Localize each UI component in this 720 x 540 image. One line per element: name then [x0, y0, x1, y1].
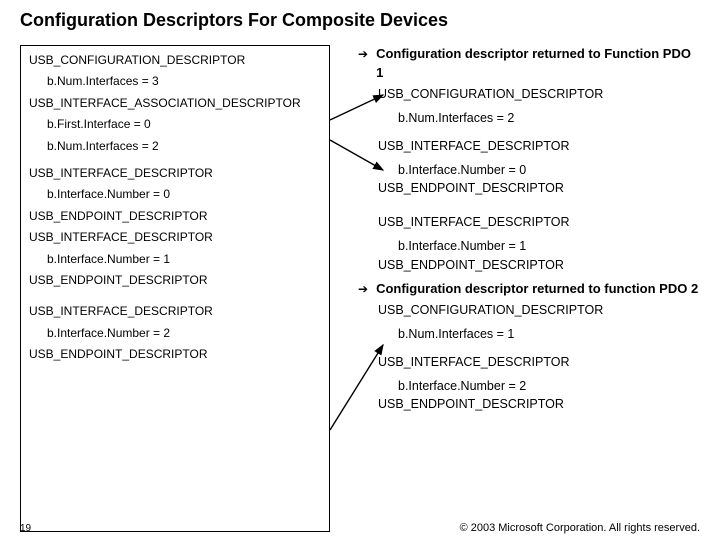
desc-line: USB_ENDPOINT_DESCRIPTOR	[29, 346, 321, 363]
copyright-footer: © 2003 Microsoft Corporation. All rights…	[460, 522, 700, 534]
bullet-heading: Configuration descriptor returned to fun…	[376, 280, 698, 299]
arrow-right-icon: ➔	[358, 46, 368, 63]
desc-line: USB_INTERFACE_DESCRIPTOR	[358, 137, 700, 155]
desc-line: USB_CONFIGURATION_DESCRIPTOR	[358, 85, 700, 103]
desc-line: USB_ENDPOINT_DESCRIPTOR	[29, 208, 321, 225]
desc-line: USB_INTERFACE_DESCRIPTOR	[29, 303, 321, 320]
desc-line: b.First.Interface = 0	[29, 116, 321, 133]
bullet-pdo2: ➔ Configuration descriptor returned to f…	[358, 280, 700, 299]
desc-line: USB_ENDPOINT_DESCRIPTOR	[358, 395, 700, 413]
desc-line: b.Num.Interfaces = 2	[29, 138, 321, 155]
desc-line: b.Num.Interfaces = 1	[358, 325, 700, 343]
slide-title: Configuration Descriptors For Composite …	[20, 10, 700, 31]
desc-line: USB_INTERFACE_ASSOCIATION_DESCRIPTOR	[29, 95, 321, 112]
desc-line: USB_CONFIGURATION_DESCRIPTOR	[358, 301, 700, 319]
bullet-heading: Configuration descriptor returned to Fun…	[376, 45, 700, 83]
arrow-right-icon: ➔	[358, 281, 368, 298]
desc-line: b.Num.Interfaces = 2	[358, 109, 700, 127]
desc-line: b.Interface.Number = 2	[358, 377, 700, 395]
page-number: 19	[20, 523, 31, 534]
descriptor-box: USB_CONFIGURATION_DESCRIPTOR b.Num.Inter…	[20, 45, 330, 532]
desc-line: USB_INTERFACE_DESCRIPTOR	[29, 229, 321, 246]
desc-line: USB_INTERFACE_DESCRIPTOR	[29, 165, 321, 182]
desc-line: b.Interface.Number = 1	[358, 237, 700, 255]
desc-line: USB_CONFIGURATION_DESCRIPTOR	[29, 52, 321, 69]
desc-line: b.Interface.Number = 1	[29, 251, 321, 268]
bullet-pdo1: ➔ Configuration descriptor returned to F…	[358, 45, 700, 83]
content-columns: USB_CONFIGURATION_DESCRIPTOR b.Num.Inter…	[20, 45, 700, 532]
desc-line: USB_INTERFACE_DESCRIPTOR	[358, 213, 700, 231]
right-column: ➔ Configuration descriptor returned to F…	[358, 45, 700, 532]
desc-line: b.Num.Interfaces = 3	[29, 73, 321, 90]
desc-line: b.Interface.Number = 0	[29, 186, 321, 203]
desc-line: b.Interface.Number = 0	[358, 161, 700, 179]
desc-line: USB_ENDPOINT_DESCRIPTOR	[358, 179, 700, 197]
desc-line: USB_INTERFACE_DESCRIPTOR	[358, 353, 700, 371]
desc-line: USB_ENDPOINT_DESCRIPTOR	[358, 256, 700, 274]
desc-line: USB_ENDPOINT_DESCRIPTOR	[29, 272, 321, 289]
desc-line: b.Interface.Number = 2	[29, 325, 321, 342]
